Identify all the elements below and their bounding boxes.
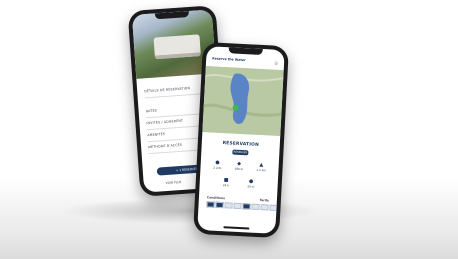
reserve-badge[interactable]: RÉSERVER <box>232 149 249 156</box>
rates-chips <box>242 203 278 211</box>
home-indicator[interactable] <box>223 226 250 230</box>
stat-label: 2 Lots <box>212 165 222 171</box>
stat-item: ■ 24 h <box>223 177 230 187</box>
phones-shadow <box>60 198 320 224</box>
stat-label: 1.5 km <box>256 167 267 173</box>
stat-label: 30 m <box>247 184 255 189</box>
stat-label: 180 m <box>234 166 244 172</box>
stat-item: ● 30 m <box>247 178 255 188</box>
option-chip[interactable] <box>206 201 215 208</box>
option-chip[interactable] <box>215 201 224 209</box>
option-chip[interactable] <box>269 204 278 211</box>
option-chip[interactable] <box>260 204 269 211</box>
lake-map[interactable] <box>202 66 284 137</box>
option-chip[interactable] <box>242 203 251 210</box>
front-phone-screen: Reserve the Water ☰ RÉSERVATION RÉSERVER… <box>197 46 285 234</box>
option-chip[interactable] <box>224 202 233 209</box>
option-chip[interactable] <box>251 203 260 211</box>
stat-item: ◆ 180 m <box>234 161 243 171</box>
app-logo[interactable]: Reserve the Water <box>212 56 246 62</box>
tent-image <box>153 34 201 60</box>
page-title: RÉSERVATION <box>222 141 260 148</box>
menu-icon[interactable]: ☰ <box>274 61 278 66</box>
see-more-link[interactable]: VOIR PLUS <box>166 180 182 185</box>
stat-label: 24 h <box>222 183 230 188</box>
stats-row-2: ■ 24 h ● 30 m <box>214 177 264 190</box>
option-chip[interactable] <box>233 202 242 210</box>
map-svg <box>202 66 284 137</box>
front-phone: Reserve the Water ☰ RÉSERVATION RÉSERVER… <box>193 41 289 239</box>
stats-row: ● 2 Lots ◆ 180 m ▲ 1.5 km <box>206 159 272 173</box>
stat-item: ▲ 1.5 km <box>256 162 266 172</box>
phone-notch <box>228 47 263 56</box>
rates-label: Tarifs <box>259 198 269 203</box>
conditions-label: Conditions <box>206 195 226 201</box>
conditions-chips <box>206 201 242 210</box>
stat-item: ● 2 Lots <box>213 160 222 170</box>
